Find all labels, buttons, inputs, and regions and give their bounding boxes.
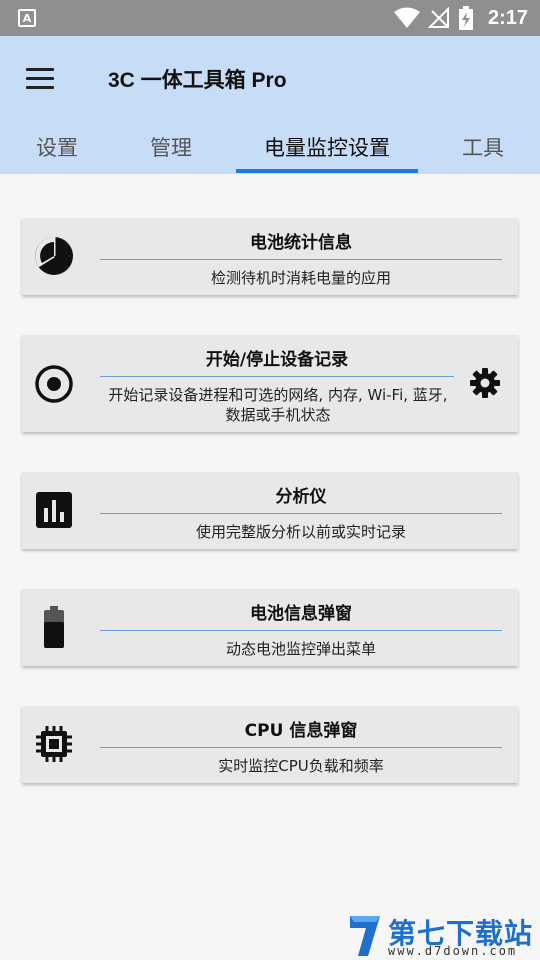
cpu-popup-card[interactable]: CPU 信息弹窗 实时监控CPU负载和频率 <box>22 706 518 783</box>
card-title: 电池统计信息 <box>250 233 352 253</box>
watermark-url: www.d7down.com <box>388 944 518 958</box>
status-icons: 2:17 <box>393 5 528 31</box>
active-tab-indicator <box>236 169 418 173</box>
bar-chart-icon <box>34 490 74 530</box>
app-bar: 3C 一体工具箱 Pro <box>0 36 540 120</box>
battery-icon <box>34 606 74 648</box>
battery-stats-card[interactable]: 电池统计信息 检测待机时消耗电量的应用 <box>22 218 518 295</box>
card-title: 开始/停止设备记录 <box>205 350 349 370</box>
status-time: 2:17 <box>487 6 528 29</box>
tab-manage[interactable]: 管理 <box>114 120 228 174</box>
watermark: 第七下载站 www.d7down.com <box>344 908 540 960</box>
signal-off-icon <box>427 7 449 28</box>
record-icon <box>34 364 74 404</box>
tab-power-monitor-settings[interactable]: 电量监控设置 <box>236 120 418 174</box>
card-divider <box>100 259 502 260</box>
battery-popup-card[interactable]: 电池信息弹窗 动态电池监控弹出菜单 <box>22 589 518 666</box>
watermark-logo-icon <box>350 916 380 956</box>
card-title: 分析仪 <box>275 487 327 507</box>
card-divider <box>100 747 502 748</box>
notification-icon: A <box>18 9 36 27</box>
card-divider <box>100 513 502 514</box>
app-title: 3C 一体工具箱 Pro <box>108 69 287 92</box>
battery-charging-icon <box>458 6 473 30</box>
wifi-icon <box>393 7 420 28</box>
pie-chart-icon <box>34 236 74 276</box>
card-description-line2: 数据或手机状态 <box>225 406 331 424</box>
card-description: 检测待机时消耗电量的应用 <box>210 269 391 287</box>
tab-tools[interactable]: 工具 <box>426 120 540 174</box>
card-title: CPU 信息弹窗 <box>244 721 358 741</box>
card-divider <box>100 376 454 377</box>
analyzer-card[interactable]: 分析仪 使用完整版分析以前或实时记录 <box>22 472 518 549</box>
gear-icon[interactable] <box>468 366 502 400</box>
tab-bar: 设置 管理 电量监控设置 工具 <box>0 120 540 174</box>
card-description-line1: 开始记录设备进程和可选的网络, 内存, Wi-Fi, 蓝牙, <box>108 386 448 404</box>
card-divider <box>100 630 502 631</box>
card-title: 电池信息弹窗 <box>250 604 352 624</box>
status-bar: A 2:17 <box>0 0 540 36</box>
cpu-chip-icon <box>34 724 74 764</box>
card-description: 实时监控CPU负载和频率 <box>218 757 384 775</box>
device-recording-card[interactable]: 开始/停止设备记录 开始记录设备进程和可选的网络, 内存, Wi-Fi, 蓝牙,… <box>22 335 518 432</box>
card-description: 使用完整版分析以前或实时记录 <box>195 523 406 541</box>
hamburger-menu-icon[interactable] <box>14 58 54 98</box>
card-description: 动态电池监控弹出菜单 <box>225 640 376 658</box>
tab-settings[interactable]: 设置 <box>0 120 114 174</box>
